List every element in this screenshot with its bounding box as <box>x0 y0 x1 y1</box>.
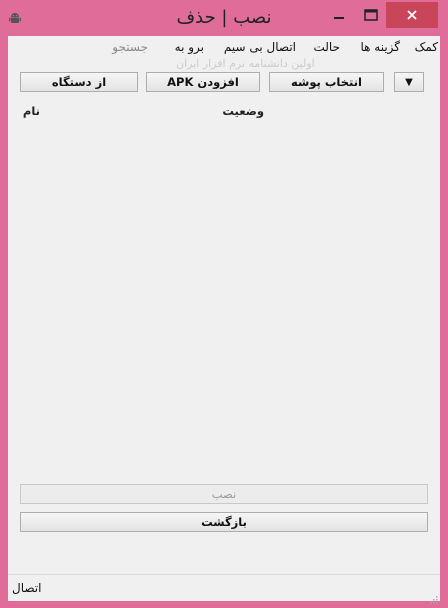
menu-help[interactable]: کمک <box>415 40 438 54</box>
title-bar[interactable]: نصب | حذف <box>0 0 448 36</box>
menu-search[interactable]: جستجو <box>112 40 148 54</box>
maximize-icon <box>364 6 378 25</box>
menu-go-to[interactable]: برو به <box>175 40 204 54</box>
add-apk-button[interactable]: افزودن APK <box>146 72 260 92</box>
column-header-status[interactable]: وضعیت <box>222 104 264 118</box>
minimize-icon <box>333 6 345 25</box>
client-area: کمک گزینه ها حالت اتصال بی سیم برو به جس… <box>8 36 440 604</box>
menu-options[interactable]: گزینه ها <box>360 40 400 54</box>
menu-mode[interactable]: حالت <box>313 40 340 54</box>
package-list[interactable] <box>8 96 440 476</box>
app-window: نصب | حذف کمک گزینه ها حالت اتصال بی سیم… <box>0 0 448 608</box>
status-bar: اتصال <box>8 574 440 604</box>
close-icon <box>406 6 418 25</box>
status-text: اتصال <box>12 581 42 595</box>
close-button[interactable] <box>386 2 438 28</box>
back-button[interactable]: بازگشت <box>20 512 428 532</box>
from-device-button[interactable]: از دستگاه <box>20 72 138 92</box>
watermark-text: اولین دانشنامه نرم افزار ایران <box>176 57 315 70</box>
dropdown-arrow-icon: ▼ <box>405 76 413 88</box>
select-folder-button[interactable]: انتخاب پوشه <box>269 72 384 92</box>
install-button[interactable]: نصب <box>20 484 428 504</box>
menu-wireless-connection[interactable]: اتصال بی سیم <box>224 40 296 54</box>
minimize-button[interactable] <box>322 2 356 28</box>
resize-grip-icon[interactable] <box>428 589 438 604</box>
column-header-name[interactable]: نام <box>23 104 40 118</box>
maximize-button[interactable] <box>356 2 386 28</box>
dropdown-button[interactable]: ▼ <box>394 72 424 92</box>
